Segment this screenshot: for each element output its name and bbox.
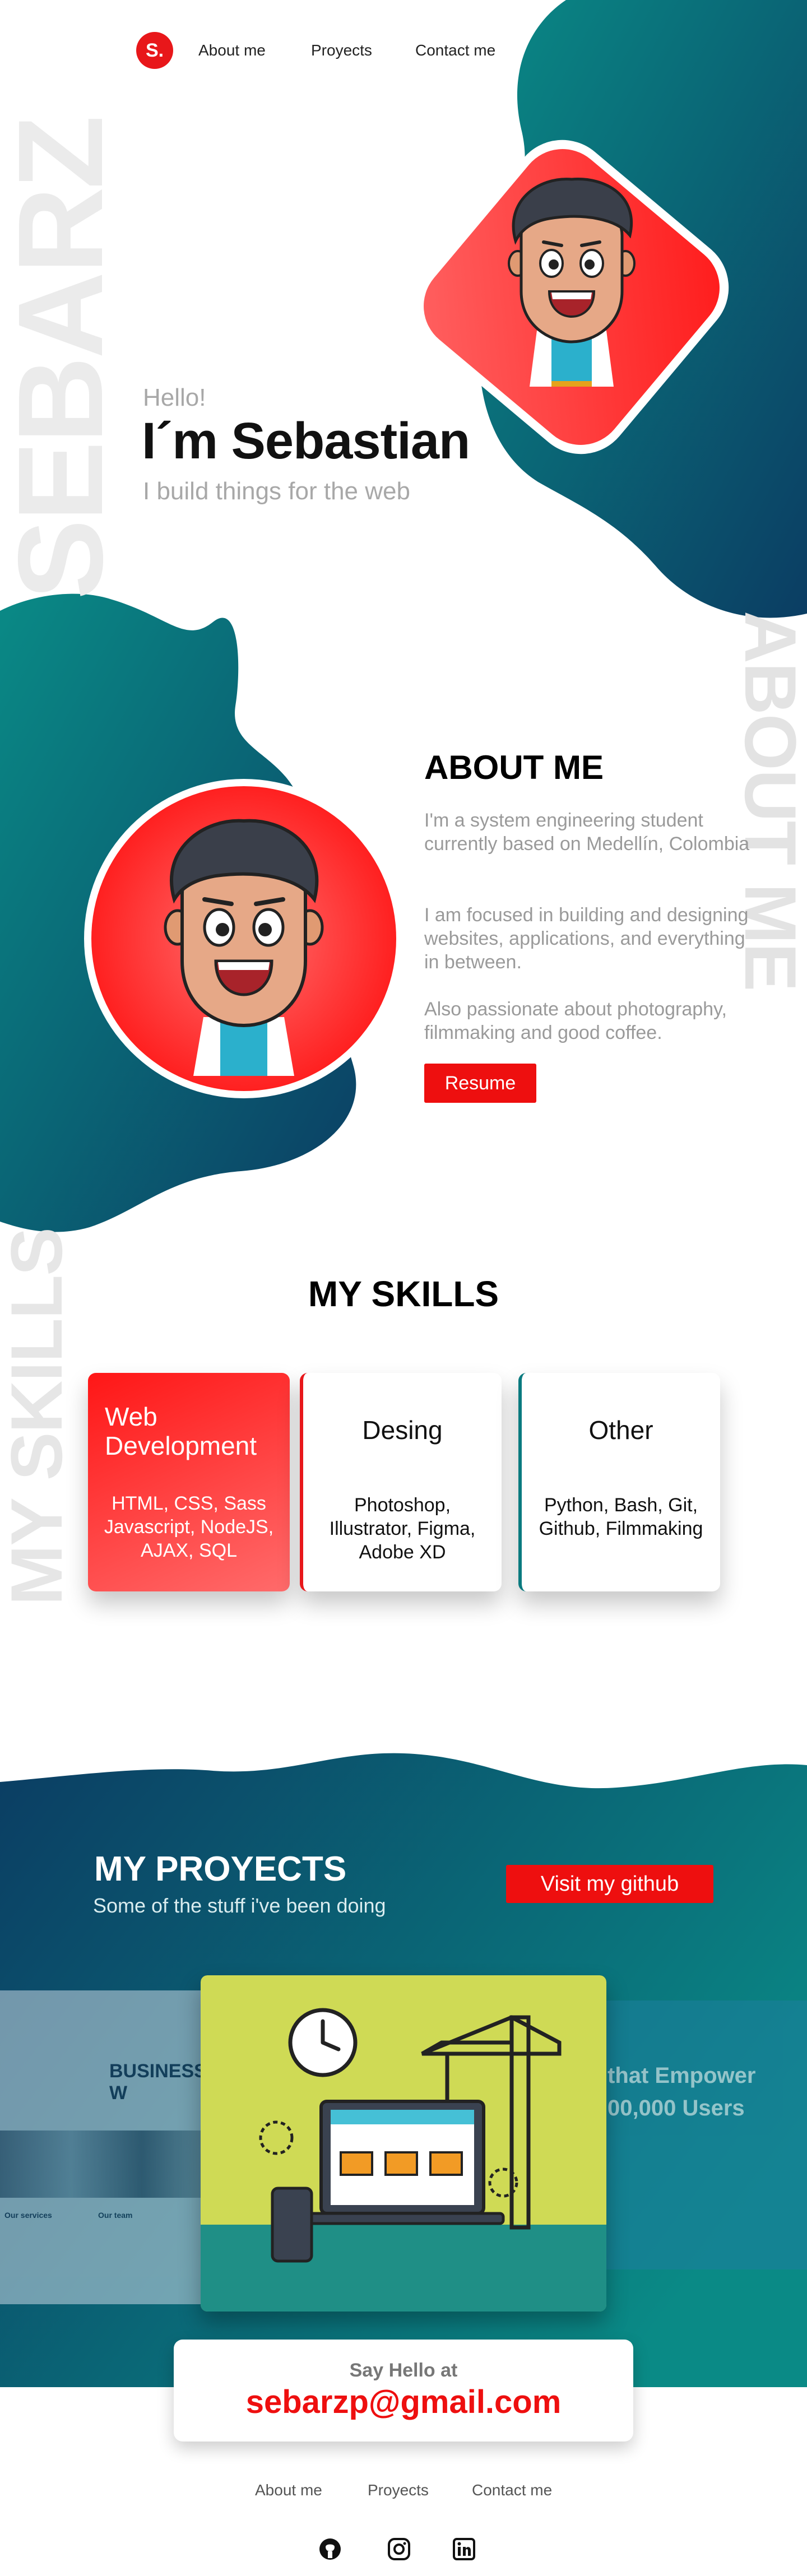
logo[interactable]: S.	[136, 32, 173, 69]
github-button[interactable]: Visit my github	[506, 1865, 713, 1903]
about-paragraph-2: I am focused in building and designing w…	[424, 904, 749, 973]
linkedin-icon[interactable]	[452, 2537, 476, 2561]
project-card-center[interactable]	[201, 1975, 606, 2312]
skill-card-other: Other Python, Bash, Git, Github, Filmmak…	[518, 1373, 720, 1591]
clock-icon	[288, 2008, 358, 2077]
hero-tagline: I build things for the web	[143, 477, 410, 505]
project-preview-left[interactable]: BUSINESS W Our services Our team	[0, 1990, 213, 2304]
about-paragraph-1: I'm a system engineering student current…	[424, 810, 750, 855]
skill-card-items: Photoshop, Illustrator, Figma, Adobe XD	[329, 1494, 476, 1563]
project-preview-right[interactable]: that Empower 00,000 Users	[604, 2001, 807, 2269]
preview-images	[0, 2131, 213, 2198]
hero-name: I´m Sebastian	[142, 412, 470, 470]
footer-about-link[interactable]: About me	[255, 2481, 322, 2499]
skill-card-items: HTML, CSS, Sass Javascript, NodeJS, AJAX…	[104, 1493, 274, 1561]
instagram-icon[interactable]	[387, 2537, 411, 2561]
nav-about-link[interactable]: About me	[198, 41, 266, 59]
skill-card-items: Python, Bash, Git, Github, Filmmaking	[539, 1494, 703, 1539]
preview-col-1: Our services	[4, 2211, 52, 2220]
projects-title: MY PROYECTS	[94, 1850, 347, 1888]
about-title: ABOUT ME	[424, 749, 604, 786]
contact-label: Say Hello at	[349, 2360, 458, 2381]
about-avatar	[84, 779, 404, 1098]
phone-icon	[271, 2187, 313, 2263]
skills-title: MY SKILLS	[308, 1274, 499, 1314]
laptop-icon	[300, 2100, 505, 2225]
resume-button[interactable]: Resume	[424, 1064, 536, 1103]
skill-card-design: Desing Photoshop, Illustrator, Figma, Ad…	[300, 1373, 502, 1591]
footer-projects-link[interactable]: Proyects	[368, 2481, 429, 2499]
github-icon[interactable]	[318, 2537, 342, 2561]
preview-heading: BUSINESS W	[109, 2060, 207, 2104]
skill-card-title: Desing	[362, 1415, 443, 1445]
nav-projects-link[interactable]: Proyects	[311, 41, 372, 59]
preview-line-1: that Empower	[607, 2063, 756, 2088]
nav-contact-link[interactable]: Contact me	[415, 41, 495, 59]
contact-card: Say Hello at sebarzp@gmail.com	[174, 2340, 633, 2442]
preview-col-2: Our team	[98, 2211, 133, 2220]
skill-card-title: Other	[588, 1415, 653, 1445]
projects-subtitle: Some of the stuff i've been doing	[93, 1894, 386, 1917]
skill-card-title: Web Development	[105, 1402, 257, 1460]
brand-side-word: SEBARZ	[0, 118, 128, 600]
about-paragraph-3: Also passionate about photography, filmm…	[424, 999, 727, 1043]
contact-email[interactable]: sebarzp@gmail.com	[174, 2383, 633, 2421]
hero-greeting: Hello!	[143, 384, 206, 411]
preview-line-2: 00,000 Users	[607, 2096, 745, 2120]
footer-contact-link[interactable]: Contact me	[472, 2481, 552, 2499]
skill-card-web: Web Development HTML, CSS, Sass Javascri…	[88, 1373, 290, 1591]
